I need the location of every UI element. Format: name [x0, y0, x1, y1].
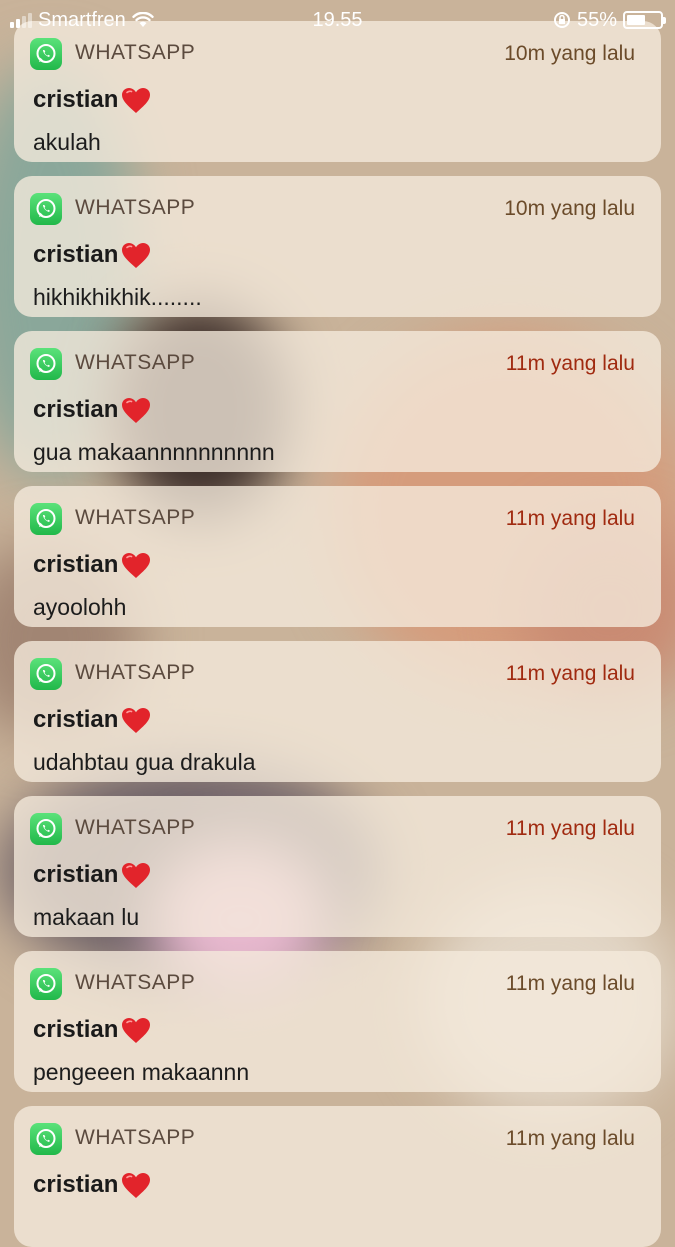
- notification-app-name: WHATSAPP: [75, 661, 196, 684]
- cellular-signal-icon: [10, 12, 32, 28]
- carrier-name: Smartfren: [38, 8, 126, 31]
- notification-sender-name: cristian: [33, 86, 119, 113]
- red-heart-icon: [121, 862, 151, 889]
- red-heart-icon: [121, 1172, 151, 1199]
- notification-sender: cristian: [33, 1171, 151, 1199]
- notification-app-name: WHATSAPP: [75, 351, 196, 374]
- notification-time: 11m yang lalu: [505, 507, 635, 530]
- notification-sender: cristian: [33, 396, 151, 424]
- notification-time: 11m yang lalu: [505, 817, 635, 840]
- notification-sender: cristian: [33, 551, 151, 579]
- notification-sender: cristian: [33, 86, 151, 114]
- notification-sender: cristian: [33, 861, 151, 889]
- whatsapp-icon: [30, 348, 62, 380]
- notification-card-2[interactable]: WHATSAPP 10m yang lalu cristian hikhikhi…: [14, 176, 661, 317]
- notification-sender-name: cristian: [33, 241, 119, 268]
- notification-app-name: WHATSAPP: [75, 196, 196, 219]
- notification-sender: cristian: [33, 706, 151, 734]
- notification-card-4[interactable]: WHATSAPP 11m yang lalu cristian ayoolohh: [14, 486, 661, 627]
- notification-sender-name: cristian: [33, 396, 119, 423]
- red-heart-icon: [121, 397, 151, 424]
- notification-message: pengeeen makaannn: [33, 1059, 250, 1085]
- notification-message: ayoolohh: [33, 594, 127, 620]
- notification-message: udahbtau gua drakula: [33, 749, 256, 775]
- notification-card-5[interactable]: WHATSAPP 11m yang lalu cristian udahbtau…: [14, 641, 661, 782]
- notification-sender-name: cristian: [33, 1171, 119, 1198]
- notification-app-name: WHATSAPP: [75, 971, 196, 994]
- whatsapp-icon: [30, 193, 62, 225]
- notification-message: akulah: [33, 129, 101, 155]
- notification-time: 11m yang lalu: [505, 352, 635, 375]
- notification-sender-name: cristian: [33, 1016, 119, 1043]
- notification-card-6[interactable]: WHATSAPP 11m yang lalu cristian makaan l…: [14, 796, 661, 937]
- notification-time: 11m yang lalu: [505, 972, 635, 995]
- red-heart-icon: [121, 87, 151, 114]
- red-heart-icon: [121, 242, 151, 269]
- notification-app-name: WHATSAPP: [75, 506, 196, 529]
- rotation-lock-icon: [553, 11, 571, 29]
- notification-message: gua makaannnnnnnnnn: [33, 439, 275, 465]
- notification-message: hikhikhikhik........: [33, 284, 202, 310]
- notification-time: 10m yang lalu: [504, 197, 635, 220]
- battery-percent: 55%: [576, 8, 617, 31]
- whatsapp-icon: [30, 1123, 62, 1155]
- whatsapp-icon: [30, 968, 62, 1000]
- notification-time: 10m yang lalu: [504, 42, 635, 65]
- status-bar: Smartfren 19.55 55%: [0, 0, 675, 40]
- notification-app-name: WHATSAPP: [75, 41, 196, 64]
- notification-card-8[interactable]: WHATSAPP 11m yang lalu cristian: [14, 1106, 661, 1247]
- notification-card-3[interactable]: WHATSAPP 11m yang lalu cristian gua maka…: [14, 331, 661, 472]
- whatsapp-icon: [30, 38, 62, 70]
- notification-card-7[interactable]: WHATSAPP 11m yang lalu cristian pengeeen…: [14, 951, 661, 1092]
- notification-time: 11m yang lalu: [505, 1127, 635, 1150]
- battery-icon: [623, 11, 666, 29]
- notification-card-1[interactable]: WHATSAPP 10m yang lalu cristian akulah: [14, 21, 661, 162]
- whatsapp-icon: [30, 813, 62, 845]
- whatsapp-icon: [30, 503, 62, 535]
- red-heart-icon: [121, 552, 151, 579]
- notification-sender-name: cristian: [33, 706, 119, 733]
- notification-sender-name: cristian: [33, 551, 119, 578]
- notification-sender-name: cristian: [33, 861, 119, 888]
- whatsapp-icon: [30, 658, 62, 690]
- notification-app-name: WHATSAPP: [75, 1126, 196, 1149]
- notification-time: 11m yang lalu: [505, 662, 635, 685]
- notification-message: makaan lu: [33, 904, 140, 930]
- wifi-icon: [132, 12, 154, 28]
- notification-sender: cristian: [33, 1016, 151, 1044]
- notification-sender: cristian: [33, 241, 151, 269]
- red-heart-icon: [121, 707, 151, 734]
- red-heart-icon: [121, 1017, 151, 1044]
- notification-app-name: WHATSAPP: [75, 816, 196, 839]
